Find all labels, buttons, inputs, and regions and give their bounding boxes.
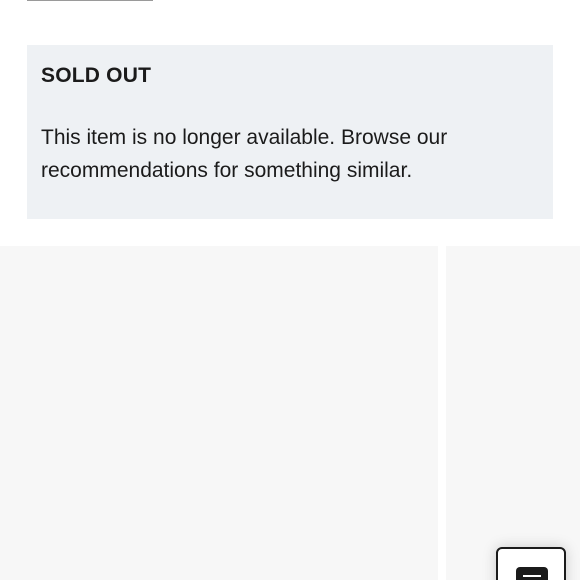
- menu-list-icon: [516, 567, 548, 580]
- divider-line: [27, 0, 153, 1]
- product-page: SOLD OUT This item is no longer availabl…: [0, 0, 580, 580]
- recommendation-card[interactable]: [446, 246, 580, 580]
- sold-out-title: SOLD OUT: [41, 64, 152, 87]
- sold-out-notice: SOLD OUT This item is no longer availabl…: [27, 45, 553, 219]
- sold-out-message: This item is no longer available. Browse…: [41, 126, 448, 182]
- recommendation-card[interactable]: [0, 246, 438, 580]
- menu-button[interactable]: [496, 547, 566, 580]
